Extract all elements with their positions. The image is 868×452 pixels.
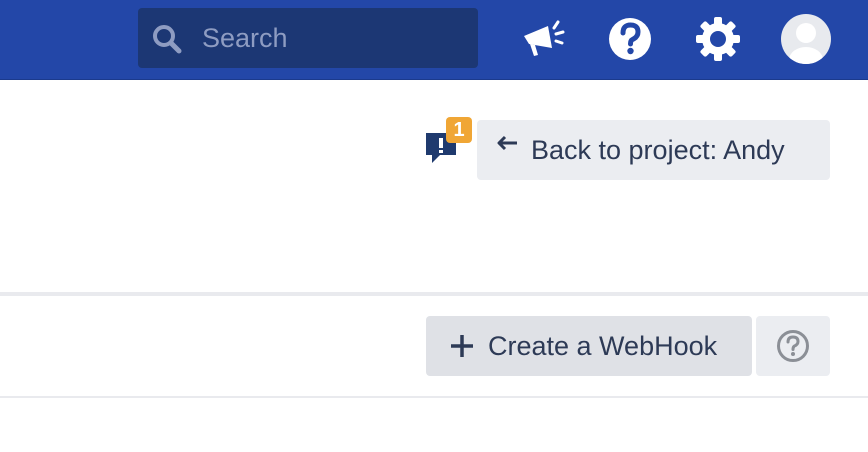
- back-to-project-label: Back to project: Andy: [531, 135, 785, 165]
- help-circle-icon: [777, 330, 809, 362]
- search-icon: [153, 25, 182, 54]
- create-webhook-label: Create a WebHook: [488, 331, 718, 361]
- feedback-button[interactable]: 1: [424, 117, 472, 167]
- megaphone-icon[interactable]: [518, 14, 568, 64]
- feedback-badge: 1: [446, 117, 472, 143]
- help-icon[interactable]: [605, 14, 655, 64]
- back-arrow-icon: [497, 135, 517, 151]
- search-input[interactable]: Search: [138, 8, 478, 68]
- section-divider-bottom: [0, 396, 868, 398]
- section-divider: [0, 292, 868, 296]
- plus-icon: [451, 335, 473, 357]
- avatar[interactable]: [781, 14, 831, 64]
- create-webhook-button[interactable]: Create a WebHook: [426, 316, 752, 376]
- top-navigation-bar: Search: [0, 0, 868, 80]
- user-silhouette-icon: [789, 23, 823, 64]
- gear-icon[interactable]: [693, 14, 743, 64]
- webhook-help-button[interactable]: [756, 316, 830, 376]
- search-placeholder: Search: [202, 23, 288, 53]
- back-to-project-button[interactable]: Back to project: Andy: [477, 120, 830, 180]
